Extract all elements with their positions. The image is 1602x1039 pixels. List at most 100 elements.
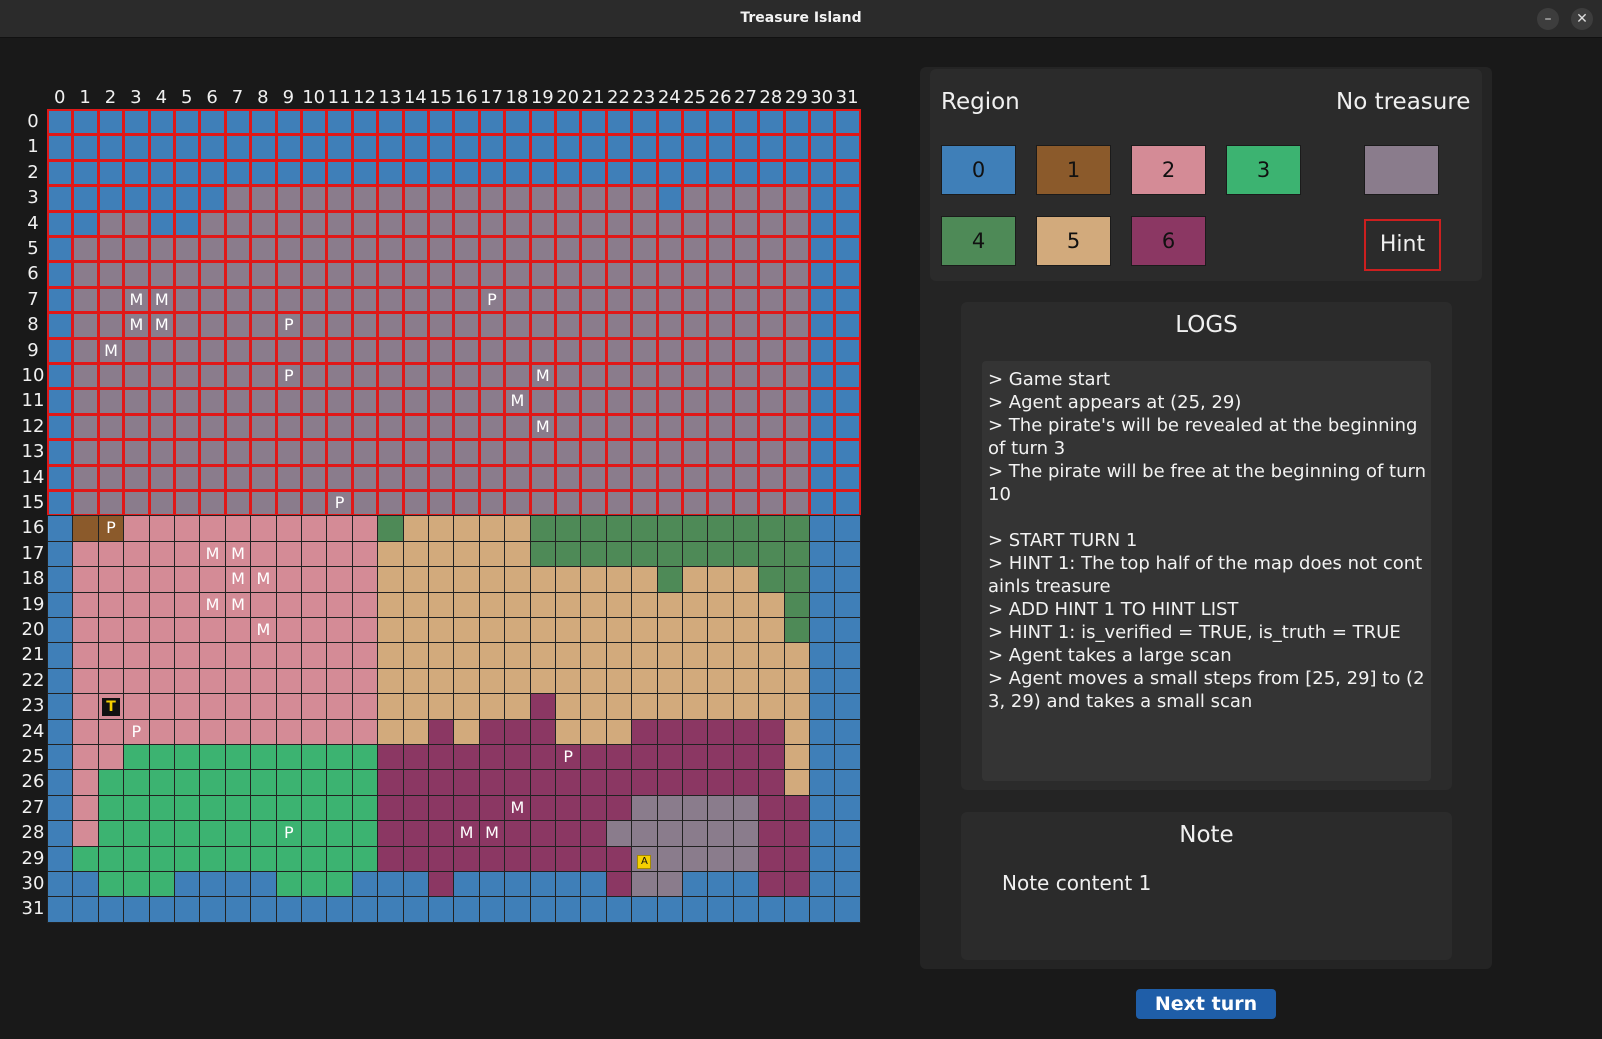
map-cell[interactable] bbox=[351, 667, 379, 695]
map-cell[interactable] bbox=[605, 667, 633, 695]
map-cell[interactable] bbox=[529, 210, 556, 237]
map-cell[interactable] bbox=[428, 540, 455, 568]
map-cell[interactable] bbox=[250, 337, 277, 364]
map-cell[interactable] bbox=[707, 363, 734, 390]
map-cell[interactable] bbox=[250, 820, 277, 847]
region-swatch-1[interactable]: 1 bbox=[1036, 145, 1111, 195]
map-cell[interactable] bbox=[97, 363, 125, 390]
map-cell[interactable] bbox=[123, 540, 150, 568]
map-cell[interactable] bbox=[72, 439, 99, 466]
map-cell[interactable] bbox=[250, 591, 277, 618]
map-cell[interactable] bbox=[758, 693, 785, 720]
map-cell[interactable] bbox=[656, 667, 683, 695]
map-cell[interactable] bbox=[732, 261, 760, 288]
map-cell[interactable] bbox=[72, 769, 99, 796]
map-cell[interactable] bbox=[555, 109, 582, 136]
map-cell[interactable] bbox=[631, 159, 658, 187]
map-cell[interactable] bbox=[72, 718, 99, 745]
map-cell[interactable] bbox=[631, 540, 658, 568]
map-cell[interactable] bbox=[301, 490, 328, 517]
map-cell[interactable] bbox=[428, 236, 455, 263]
map-cell[interactable] bbox=[47, 540, 74, 568]
no-treasure-swatch[interactable] bbox=[1364, 145, 1439, 195]
map-cell[interactable] bbox=[732, 820, 760, 847]
map-cell[interactable] bbox=[199, 439, 226, 466]
map-cell[interactable] bbox=[326, 185, 353, 212]
map-cell[interactable] bbox=[529, 871, 556, 898]
map-cell[interactable] bbox=[402, 363, 429, 390]
map-cell[interactable] bbox=[275, 134, 302, 161]
map-cell[interactable]: M bbox=[123, 312, 150, 339]
region-swatch-0[interactable]: 0 bbox=[941, 145, 1016, 195]
map-cell[interactable] bbox=[148, 388, 175, 415]
map-cell[interactable] bbox=[580, 667, 607, 695]
map-cell[interactable] bbox=[504, 693, 531, 720]
map-cell[interactable] bbox=[123, 794, 150, 822]
map-cell[interactable] bbox=[301, 337, 328, 364]
map-cell[interactable] bbox=[47, 439, 74, 466]
map-cell[interactable] bbox=[834, 896, 861, 923]
map-cell[interactable] bbox=[377, 744, 404, 771]
map-cell[interactable] bbox=[707, 261, 734, 288]
map-cell[interactable] bbox=[199, 210, 226, 237]
map-cell[interactable] bbox=[351, 388, 379, 415]
map-cell[interactable] bbox=[72, 261, 99, 288]
map-cell[interactable] bbox=[682, 464, 709, 491]
map-cell[interactable] bbox=[174, 769, 201, 796]
map-cell[interactable] bbox=[605, 134, 633, 161]
map-cell[interactable] bbox=[326, 210, 353, 237]
map-cell[interactable] bbox=[834, 794, 861, 822]
map-cell[interactable] bbox=[123, 820, 150, 847]
map-cell[interactable] bbox=[250, 871, 277, 898]
map-cell[interactable] bbox=[707, 464, 734, 491]
map-cell[interactable] bbox=[834, 845, 861, 872]
map-cell[interactable] bbox=[72, 845, 99, 872]
map-cell[interactable] bbox=[529, 845, 556, 872]
map-cell[interactable] bbox=[377, 540, 404, 568]
map-cell[interactable] bbox=[402, 185, 429, 212]
map-cell[interactable] bbox=[174, 490, 201, 517]
map-cell[interactable] bbox=[809, 667, 836, 695]
map-cell[interactable] bbox=[250, 236, 277, 263]
map-cell[interactable] bbox=[605, 871, 633, 898]
map-cell[interactable] bbox=[148, 236, 175, 263]
map-cell[interactable] bbox=[326, 337, 353, 364]
map-cell[interactable] bbox=[47, 490, 74, 517]
map-cell[interactable] bbox=[631, 261, 658, 288]
map-cell[interactable] bbox=[580, 490, 607, 517]
map-cell[interactable] bbox=[732, 591, 760, 618]
map-cell[interactable] bbox=[656, 591, 683, 618]
map-cell[interactable] bbox=[72, 312, 99, 339]
map-cell[interactable] bbox=[301, 363, 328, 390]
map-cell[interactable] bbox=[783, 617, 810, 644]
map-cell[interactable] bbox=[224, 617, 252, 644]
map-cell[interactable] bbox=[682, 109, 709, 136]
map-cell[interactable] bbox=[580, 617, 607, 644]
map-cell[interactable] bbox=[275, 109, 302, 136]
map-cell[interactable] bbox=[402, 388, 429, 415]
map-cell[interactable] bbox=[47, 159, 74, 187]
map-cell[interactable] bbox=[148, 159, 175, 187]
map-cell[interactable] bbox=[809, 744, 836, 771]
map-cell[interactable] bbox=[123, 261, 150, 288]
map-cell[interactable] bbox=[580, 794, 607, 822]
map-cell[interactable] bbox=[275, 845, 302, 872]
map-cell[interactable] bbox=[682, 388, 709, 415]
map-cell[interactable] bbox=[377, 363, 404, 390]
map-cell[interactable] bbox=[199, 744, 226, 771]
map-cell[interactable] bbox=[224, 439, 252, 466]
map-cell[interactable] bbox=[834, 159, 861, 187]
map-cell[interactable] bbox=[402, 896, 429, 923]
map-cell[interactable] bbox=[504, 464, 531, 491]
map-cell[interactable] bbox=[224, 718, 252, 745]
map-cell[interactable] bbox=[351, 363, 379, 390]
map-cell[interactable] bbox=[428, 312, 455, 339]
map-cell[interactable] bbox=[301, 388, 328, 415]
map-cell[interactable] bbox=[682, 210, 709, 237]
map-cell[interactable] bbox=[402, 490, 429, 517]
map-cell[interactable]: P bbox=[555, 744, 582, 771]
map-cell[interactable] bbox=[301, 109, 328, 136]
map-cell[interactable] bbox=[301, 286, 328, 314]
map-cell[interactable] bbox=[682, 286, 709, 314]
map-cell[interactable] bbox=[72, 820, 99, 847]
